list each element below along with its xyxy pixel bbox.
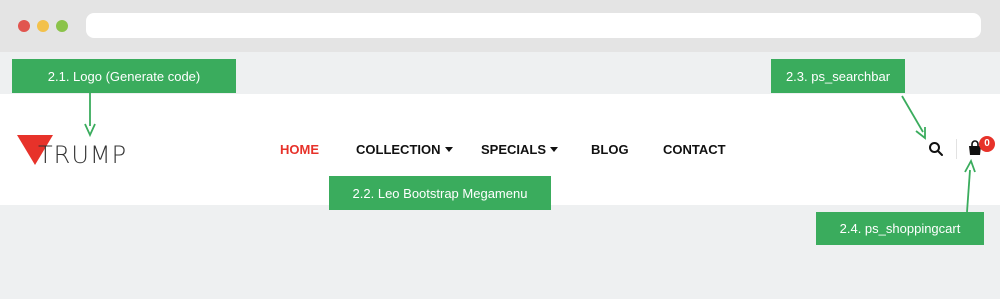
nav-item-contact[interactable]: CONTACT [663,142,726,157]
maximize-window-dot[interactable] [56,20,68,32]
nav-item-label: COLLECTION [356,142,441,157]
header-divider [956,139,957,159]
cart-count-badge: 0 [979,136,995,152]
nav-item-label: HOME [280,142,319,157]
annotation-megamenu: 2.2. Leo Bootstrap Megamenu [329,176,551,210]
nav-item-collection[interactable]: COLLECTION [356,142,453,157]
annotation-logo: 2.1. Logo (Generate code) [12,59,236,93]
annotation-shoppingcart: 2.4. ps_shoppingcart [816,212,984,245]
caret-down-icon [444,147,453,152]
minimize-window-dot[interactable] [37,20,49,32]
nav-item-label: CONTACT [663,142,726,157]
browser-chrome [0,0,1000,52]
logo-text: TRUMP [38,141,128,169]
nav-item-label: SPECIALS [481,142,547,157]
nav-item-home[interactable]: HOME [280,142,319,157]
nav-item-blog[interactable]: BLOG [591,142,629,157]
nav-item-label: BLOG [591,142,629,157]
close-window-dot[interactable] [18,20,30,32]
search-icon[interactable] [928,141,944,157]
address-bar[interactable] [86,13,981,38]
caret-down-icon [550,147,559,152]
nav-item-specials[interactable]: SPECIALS [481,142,559,157]
annotation-searchbar: 2.3. ps_searchbar [771,59,905,93]
